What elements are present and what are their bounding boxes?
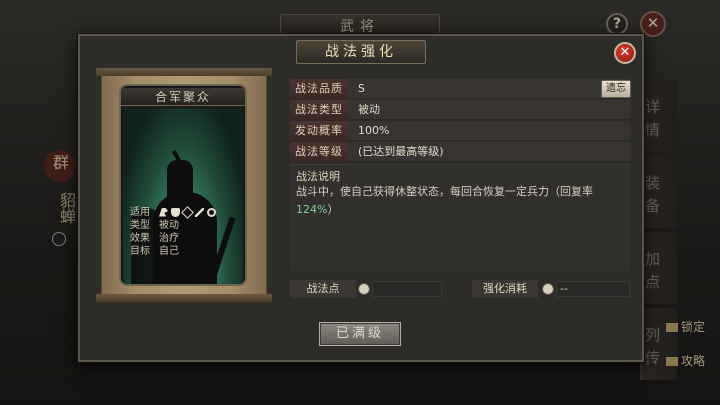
attr-label: 发动概率 (290, 121, 348, 141)
card-info-key: 适用 (130, 207, 150, 218)
skill-point-icon (358, 283, 370, 295)
recovery-rate: 124% (296, 203, 328, 216)
card-info-value: 自己 (159, 246, 179, 257)
card-info-row: 目标 自己 (125, 245, 243, 258)
skill-description: 战法说明 战斗中，使自己获得休整状态，每回合恢复一定兵力（回复率 124%） (290, 164, 630, 271)
attr-quality-row: 战法品质 S (290, 79, 630, 99)
scroll-bottom-rod (96, 294, 272, 302)
card-info-value: 被动 (159, 220, 179, 231)
skill-points-bar (372, 281, 442, 297)
card-info-row: 类型 被动 (125, 219, 243, 232)
cost-point-icon (542, 283, 554, 295)
spear-icon (195, 207, 204, 217)
description-body: 战斗中，使自己获得休整状态，每回合恢复一定兵力（回复率 (296, 185, 593, 198)
close-icon[interactable]: ✕ (614, 42, 636, 64)
attr-label: 战法类型 (290, 100, 348, 120)
attr-value: 100% (358, 124, 390, 137)
points-row: 战法点 强化消耗 -- (290, 280, 630, 298)
attr-label: 战法等级 (290, 142, 348, 162)
skill-card-name: 合军聚众 (121, 88, 245, 106)
skill-attributes: 战法品质 S 战法类型 被动 发动概率 100% 战法等级 (已达到最高等级) (290, 79, 630, 163)
card-info-key: 类型 (130, 220, 150, 231)
description-text: 战斗中，使自己获得休整状态，每回合恢复一定兵力（回复率 124%） (296, 183, 626, 219)
card-info-value: 治疗 (159, 233, 179, 244)
card-info-key: 效果 (130, 233, 150, 244)
attr-value: S (358, 82, 365, 95)
card-info-key: 目标 (130, 246, 150, 257)
attr-value: 被动 (358, 103, 380, 116)
unit-type-icons (155, 205, 219, 219)
siege-icon (207, 207, 216, 217)
dialog-title: 战法强化 (296, 40, 426, 64)
description-title: 战法说明 (296, 170, 340, 183)
max-level-button[interactable]: 已满级 (319, 322, 401, 346)
upgrade-cost-value: -- (560, 282, 568, 295)
card-info-row: 适用 (125, 205, 243, 219)
attr-level-row: 战法等级 (已达到最高等级) (290, 142, 630, 162)
skill-card: 合军聚众 适用 类型 被动 效果 治疗 目标 自己 (119, 84, 247, 286)
description-tail: ） (327, 203, 339, 216)
scroll-top-rod (96, 68, 272, 76)
cavalry-icon (159, 207, 168, 217)
attr-type-row: 战法类型 被动 (290, 100, 630, 120)
forget-button[interactable]: 遗忘 (601, 80, 631, 98)
attr-label: 战法品质 (290, 79, 348, 99)
skill-card-info: 适用 类型 被动 效果 治疗 目标 自己 (125, 205, 243, 258)
upgrade-cost-label: 强化消耗 (472, 280, 538, 298)
attr-chance-row: 发动概率 100% (290, 121, 630, 141)
shield-icon (171, 207, 180, 217)
skill-points-label: 战法点 (290, 280, 356, 298)
card-info-row: 效果 治疗 (125, 232, 243, 245)
attr-value: (已达到最高等级) (358, 145, 444, 158)
crossbow-icon (181, 205, 194, 219)
